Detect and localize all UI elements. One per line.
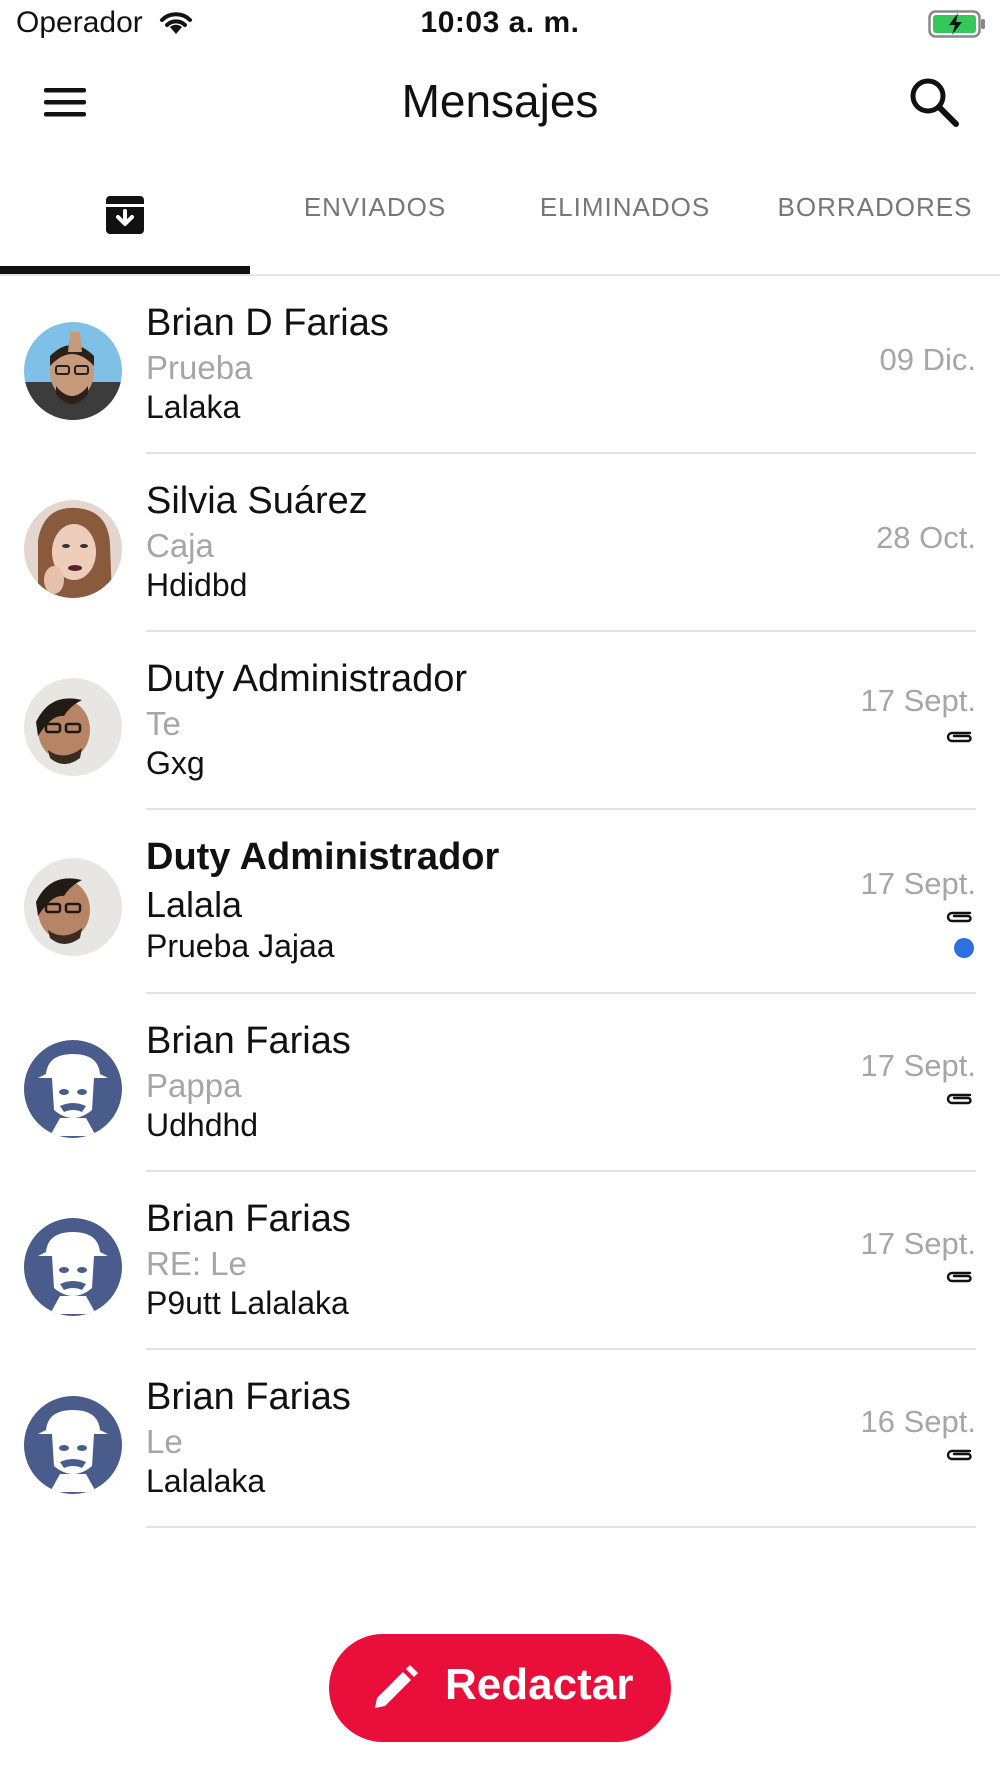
inbox-icon [106, 196, 144, 234]
message-sender: Duty Administrador [146, 836, 500, 878]
message-preview: Lalalaka [146, 1463, 266, 1499]
avatar-photo-man-selfie [24, 858, 122, 956]
status-bar: Operador 10:03 a. m. [0, 0, 1000, 52]
message-date: 17 Sept. [860, 1048, 976, 1083]
message-list: Brian D Farias Prueba Lalaka 09 Dic. Sil… [0, 276, 1000, 1528]
avatar-cartoon-man-hat [24, 1040, 122, 1138]
message-row[interactable]: Duty Administrador Te Gxg 17 Sept. [0, 632, 1000, 810]
attachment-icon [946, 1271, 972, 1283]
row-divider [146, 1526, 976, 1528]
attachment-icon [946, 911, 972, 923]
message-preview: Prueba Jajaa [146, 928, 335, 964]
message-sender: Brian D Farias [146, 302, 389, 344]
page-title: Mensajes [401, 75, 599, 127]
message-row[interactable]: Silvia Suárez Caja Hdidbd 28 Oct. [0, 454, 1000, 632]
message-preview: Gxg [146, 745, 205, 781]
message-date: 28 Oct. [876, 520, 976, 555]
tab-inbox[interactable] [0, 170, 250, 274]
message-date: 17 Sept. [860, 1226, 976, 1261]
message-row[interactable]: Brian D Farias Prueba Lalaka 09 Dic. [0, 276, 1000, 454]
pencil-icon [375, 1665, 418, 1708]
message-preview: Udhdhd [146, 1107, 259, 1143]
navigation-bar: Mensajes [0, 52, 1000, 152]
message-subject: Caja [146, 527, 214, 564]
tab-sent[interactable]: ENVIADOS [250, 170, 500, 274]
message-date: 17 Sept. [860, 866, 976, 901]
attachment-icon [946, 1093, 972, 1105]
message-subject: Prueba [146, 349, 253, 386]
message-preview: P9utt Lalalaka [146, 1285, 349, 1321]
message-sender: Brian Farias [146, 1376, 351, 1418]
avatar-photo-woman [24, 500, 122, 598]
message-subject: RE: Le [146, 1245, 247, 1282]
attachment-icon [946, 731, 972, 743]
message-preview: Lalaka [146, 389, 241, 425]
compose-button[interactable]: Redactar [329, 1634, 671, 1742]
mailbox-tabs: ENVIADOS ELIMINADOS BORRADORES [0, 170, 1000, 276]
tab-drafts[interactable]: BORRADORES [750, 170, 1000, 274]
message-sender: Duty Administrador [146, 658, 468, 700]
attachment-icon [946, 1449, 972, 1461]
message-date: 16 Sept. [860, 1404, 976, 1439]
message-date: 17 Sept. [860, 683, 976, 718]
message-subject: Pappa [146, 1067, 242, 1104]
message-row[interactable]: Brian Farias RE: Le P9utt Lalalaka 17 Se… [0, 1172, 1000, 1350]
message-sender: Brian Farias [146, 1020, 351, 1062]
message-row[interactable]: Brian Farias Le Lalalaka 16 Sept. [0, 1350, 1000, 1528]
avatar-cartoon-man-hat [24, 1396, 122, 1494]
status-time: 10:03 a. m. [420, 6, 580, 39]
message-subject: Te [146, 705, 181, 742]
tab-deleted[interactable]: ELIMINADOS [500, 170, 750, 274]
message-row-unread[interactable]: Duty Administrador Lalala Prueba Jajaa 1… [0, 810, 1000, 994]
avatar-cartoon-man-hat [24, 1218, 122, 1316]
message-preview: Hdidbd [146, 567, 248, 603]
message-date: 09 Dic. [879, 342, 976, 377]
unread-indicator-dot [954, 938, 974, 958]
message-row[interactable]: Brian Farias Pappa Udhdhd 17 Sept. [0, 994, 1000, 1172]
message-sender: Silvia Suárez [146, 480, 368, 522]
search-icon[interactable] [904, 72, 964, 132]
message-subject: Lalala [146, 884, 243, 925]
message-subject: Le [146, 1423, 183, 1460]
avatar-photo-man-selfie [24, 678, 122, 776]
avatar-photo-man-glasses [24, 322, 122, 420]
battery-charging-icon [928, 10, 985, 38]
message-sender: Brian Farias [146, 1198, 351, 1240]
compose-label: Redactar [445, 1660, 634, 1709]
